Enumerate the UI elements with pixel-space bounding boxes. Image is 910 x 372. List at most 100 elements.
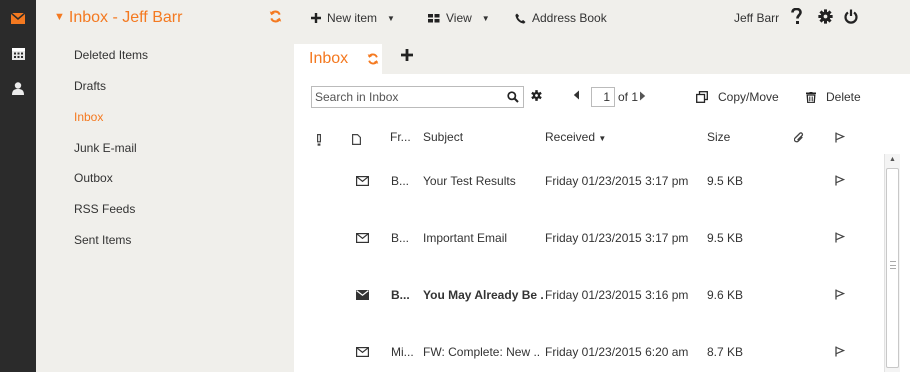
contacts-app-button[interactable]	[0, 70, 36, 106]
message-list: B... Your Test Results Friday 01/23/2015…	[294, 154, 884, 372]
top-toolbar: New item ▼ View ▼ Address Book Jeff Barr	[294, 0, 910, 36]
power-icon[interactable]	[844, 9, 858, 24]
folder-rss-feeds[interactable]: RSS Feeds	[74, 202, 135, 216]
message-from: B...	[391, 231, 410, 245]
copy-icon	[696, 91, 708, 103]
tab-inbox[interactable]: Inbox	[294, 44, 382, 74]
flag-icon[interactable]	[835, 232, 845, 243]
message-row[interactable]: B... You May Already Be ... Friday 01/23…	[294, 268, 884, 324]
folder-sent-items[interactable]: Sent Items	[74, 233, 131, 247]
app-rail	[0, 0, 36, 372]
contacts-icon	[12, 81, 24, 95]
flag-icon[interactable]	[835, 289, 845, 300]
mail-app-button[interactable]	[0, 0, 36, 36]
sort-desc-icon: ▼	[598, 134, 607, 143]
message-list-header: Fr... Subject Received ▼ Size	[294, 120, 884, 154]
view-grid-icon	[428, 13, 440, 22]
message-size: 9.5 KB	[707, 231, 744, 245]
view-label: View	[446, 11, 472, 25]
message-subject: Your Test Results	[423, 174, 516, 188]
message-row[interactable]: B... Your Test Results Friday 01/23/2015…	[294, 154, 884, 210]
message-from: Mi...	[391, 345, 414, 359]
mailbox-title[interactable]: ▼ Inbox - Jeff Barr	[54, 9, 182, 27]
mail-icon	[11, 12, 25, 24]
search-icon[interactable]	[507, 91, 519, 103]
new-item-button[interactable]: New item ▼	[311, 11, 395, 25]
folder-pane: ▼ Inbox - Jeff Barr Deleted Items Drafts …	[36, 0, 294, 372]
refresh-icon[interactable]	[367, 53, 379, 65]
folder-drafts[interactable]: Drafts	[74, 79, 106, 93]
folder-inbox[interactable]: Inbox	[74, 110, 103, 124]
message-from: B...	[391, 174, 410, 188]
message-row[interactable]: Mi... FW: Complete: New ... Friday 01/23…	[294, 325, 884, 372]
delete-label: Delete	[826, 90, 861, 104]
column-received[interactable]: Received ▼	[545, 130, 606, 144]
flag-icon[interactable]	[835, 346, 845, 357]
message-subject: You May Already Be ...	[423, 288, 543, 302]
message-from: B...	[391, 288, 410, 302]
phone-icon	[515, 13, 526, 24]
message-list-scrollbar[interactable]: ▲	[884, 154, 900, 372]
collapse-triangle-icon[interactable]: ▼	[54, 11, 65, 23]
add-tab-icon[interactable]	[401, 49, 413, 61]
message-size: 9.5 KB	[707, 174, 744, 188]
trash-icon	[806, 91, 816, 103]
message-row[interactable]: B... Important Email Friday 01/23/2015 3…	[294, 211, 884, 267]
plus-icon	[311, 13, 321, 23]
column-from[interactable]: Fr...	[390, 130, 411, 144]
search-input[interactable]	[312, 87, 502, 107]
tab-bar: Inbox	[294, 36, 910, 74]
help-icon[interactable]	[791, 8, 802, 25]
copy-move-button[interactable]: Copy/Move	[696, 90, 779, 104]
message-received: Friday 01/23/2015 3:17 pm	[545, 174, 689, 188]
folder-outbox[interactable]: Outbox	[74, 171, 113, 185]
refresh-icon[interactable]	[269, 10, 282, 23]
scroll-up-icon[interactable]: ▲	[889, 156, 896, 163]
chevron-down-icon: ▼	[387, 13, 395, 23]
message-size: 8.7 KB	[707, 345, 744, 359]
envelope-open-icon	[356, 233, 369, 243]
flag-icon[interactable]	[835, 175, 845, 186]
message-received: Friday 01/23/2015 3:17 pm	[545, 231, 689, 245]
delete-button[interactable]: Delete	[806, 90, 861, 104]
envelope-unread-icon	[356, 290, 369, 300]
envelope-open-icon	[356, 347, 369, 357]
copy-move-label: Copy/Move	[718, 90, 779, 104]
search-box	[311, 86, 524, 108]
search-options-gear-icon[interactable]	[531, 90, 542, 101]
address-book-button[interactable]: Address Book	[515, 11, 607, 25]
message-received: Friday 01/23/2015 6:20 am	[545, 345, 689, 359]
message-subject: FW: Complete: New ...	[423, 345, 541, 359]
column-received-label: Received	[545, 130, 596, 144]
previous-page-icon[interactable]	[573, 90, 580, 100]
scroll-thumb[interactable]	[886, 168, 899, 368]
flag-icon[interactable]	[835, 132, 845, 143]
calendar-app-button[interactable]	[0, 36, 36, 72]
message-subject: Important Email	[423, 231, 508, 245]
column-size[interactable]: Size	[707, 130, 730, 144]
attachment-icon[interactable]	[794, 132, 804, 143]
message-size: 9.6 KB	[707, 288, 744, 302]
folder-deleted-items[interactable]: Deleted Items	[74, 48, 148, 62]
gear-icon[interactable]	[818, 9, 833, 24]
tab-inbox-label: Inbox	[309, 50, 349, 67]
page-count: of 1	[618, 90, 639, 104]
message-received: Friday 01/23/2015 3:16 pm	[545, 288, 689, 302]
column-subject[interactable]: Subject	[423, 130, 463, 144]
scroll-grip-icon	[890, 261, 896, 269]
importance-icon[interactable]	[317, 134, 321, 146]
user-name[interactable]: Jeff Barr	[734, 11, 779, 25]
mail-toolbar: 1 of 1 Copy/Move Delete	[294, 74, 910, 120]
envelope-open-icon	[356, 176, 369, 186]
mailbox-title-label: Inbox - Jeff Barr	[68, 9, 183, 26]
folder-pane-header: ▼ Inbox - Jeff Barr	[36, 0, 294, 36]
document-icon[interactable]	[352, 134, 361, 145]
view-button[interactable]: View ▼	[428, 11, 490, 25]
next-page-icon[interactable]	[639, 91, 646, 101]
page-number-input[interactable]: 1	[591, 87, 615, 107]
address-book-label: Address Book	[532, 11, 607, 25]
folder-junk-email[interactable]: Junk E-mail	[74, 141, 137, 155]
calendar-icon	[11, 48, 25, 60]
chevron-down-icon: ▼	[481, 13, 490, 23]
new-item-label: New item	[327, 11, 378, 25]
